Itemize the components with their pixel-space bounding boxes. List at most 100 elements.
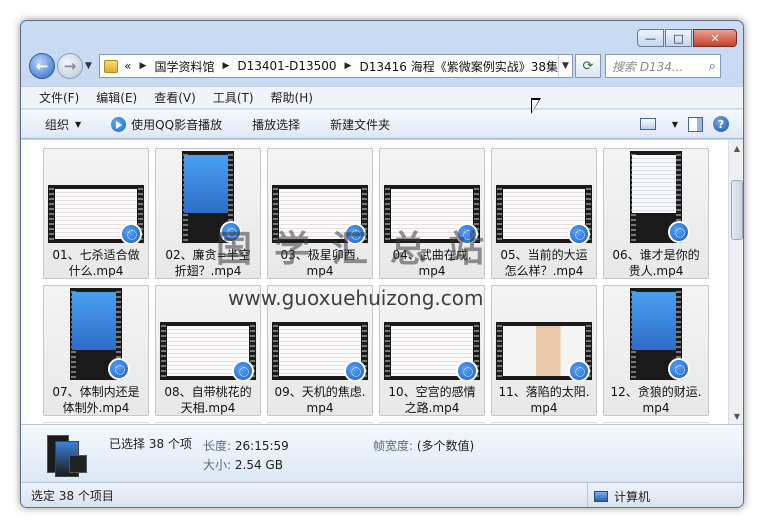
file-name-line-1: 10、空宫的感情 [388, 385, 476, 399]
length-value: 26:15:59 [234, 439, 289, 453]
close-button[interactable]: ✕ [693, 29, 737, 47]
address-dropdown-icon[interactable]: ▼ [557, 55, 572, 77]
file-name-line-2: 怎么样？.mp4 [504, 264, 584, 278]
qq-player-badge-icon [568, 223, 590, 245]
file-name-line-2: mp4 [306, 401, 334, 415]
status-selection-text: 选定 38 个项目 [31, 489, 114, 503]
new-folder-button[interactable]: 新建文件夹 [330, 116, 390, 133]
search-placeholder: 搜索 D134... [612, 59, 684, 74]
watermark-text: 国学汇总站 [216, 229, 507, 270]
selected-count: 已选择 38 个项 [109, 437, 192, 451]
command-toolbar: 组织 ▼ 使用QQ影音播放 播放选择 新建文件夹 ▼ ? [21, 109, 743, 139]
file-name-line-2: 体制外.mp4 [62, 401, 130, 415]
breadcrumb-item-current[interactable]: D13416 海程《紫微案例实战》38集 [359, 58, 558, 75]
file-name: 01、七杀适合做 什么.mp4 [46, 247, 146, 279]
status-location: 计算机 [587, 483, 651, 507]
change-view-icon[interactable] [639, 118, 656, 130]
refresh-icon[interactable]: ⟳ [575, 54, 601, 78]
file-name: 06、谁才是你的 贵人.mp4 [606, 247, 706, 279]
file-name-line-2: 之路.mp4 [404, 401, 460, 415]
file-tile[interactable]: 11、落陷的太阳. mp4 [491, 285, 597, 416]
qq-player-badge-icon [456, 360, 478, 382]
frame-width-row: 帧宽度: (多个数值) [373, 437, 474, 454]
qq-player-badge-icon [344, 360, 366, 382]
file-name-line-1: 12、贪狼的财运. [610, 385, 702, 399]
file-name-line-2: 贵人.mp4 [628, 264, 684, 278]
organize-label: 组织 [45, 117, 70, 132]
vertical-scrollbar[interactable]: ▲ ▼ [728, 140, 743, 424]
search-icon[interactable]: ⌕ [709, 59, 716, 74]
forward-arrow-icon[interactable]: → [57, 53, 83, 79]
status-location-label: 计算机 [614, 489, 651, 504]
length-label: 长度: [203, 439, 232, 453]
file-name: 08、自带桃花的 天相.mp4 [158, 384, 258, 416]
file-tile[interactable]: 01、七杀适合做 什么.mp4 [43, 148, 149, 279]
address-bar[interactable]: « ▶ 国学资料馆 ▶ D13401-D13500 ▶ D13416 海程《紫微… [99, 54, 573, 78]
maximize-button[interactable]: □ [665, 29, 692, 47]
file-name-line-1: 09、天机的焦虑. [274, 385, 366, 399]
file-tile[interactable]: 06、谁才是你的 贵人.mp4 [603, 148, 709, 279]
qq-player-badge-icon [668, 358, 690, 380]
menu-help[interactable]: 帮助(H) [271, 89, 313, 106]
status-bar: 选定 38 个项目 计算机 [21, 482, 743, 507]
window-controls: — □ ✕ [637, 29, 737, 47]
file-name-line-1: 08、自带桃花的 [164, 385, 252, 399]
file-tile[interactable]: 07、体制内还是 体制外.mp4 [43, 285, 149, 416]
file-name: 07、体制内还是 体制外.mp4 [46, 384, 146, 416]
size-label: 大小: [203, 458, 232, 472]
file-name-line-1: 05、当前的大运 [500, 248, 588, 262]
scroll-thumb[interactable] [731, 180, 743, 240]
file-list-area: 01、七杀适合做 什么.mp4 02、廉贪=半空 折翅？.mp4 03、极星卯酉. mp4… [21, 140, 743, 424]
menu-view[interactable]: 查看(V) [154, 89, 196, 106]
file-tile[interactable]: 05、当前的大运 怎么样？.mp4 [491, 148, 597, 279]
menu-file[interactable]: 文件(F) [39, 89, 79, 106]
play-with-qq-button[interactable]: 使用QQ影音播放 [111, 116, 222, 133]
organize-button[interactable]: 组织 ▼ [45, 116, 81, 133]
scroll-up-icon[interactable]: ▲ [729, 140, 743, 156]
menu-bar: 文件(F) 编辑(E) 查看(V) 工具(T) 帮助(H) [21, 86, 743, 108]
file-name: 05、当前的大运 怎么样？.mp4 [494, 247, 594, 279]
file-name-line-1: 07、体制内还是 [52, 385, 140, 399]
breadcrumb-item-guoxue[interactable]: 国学资料馆 [154, 58, 214, 75]
minimize-button[interactable]: — [637, 29, 664, 47]
size-row: 大小: 2.54 GB [203, 456, 283, 473]
frame-width-value: (多个数值) [416, 439, 475, 453]
menu-edit[interactable]: 编辑(E) [96, 89, 137, 106]
help-icon[interactable]: ? [713, 116, 729, 132]
qq-player-badge-icon [568, 360, 590, 382]
recent-pages-dropdown-icon[interactable]: ▼ [85, 61, 95, 71]
size-value: 2.54 GB [234, 458, 283, 472]
caret-down-icon: ▼ [75, 119, 82, 129]
qq-player-icon [111, 116, 127, 132]
preview-pane-icon[interactable] [688, 116, 703, 132]
breadcrumb-item-range[interactable]: D13401-D13500 [237, 59, 336, 73]
file-name: 09、天机的焦虑. mp4 [270, 384, 370, 416]
view-options-dropdown-icon[interactable]: ▼ [672, 120, 678, 129]
back-arrow-icon[interactable]: ← [29, 53, 55, 79]
file-name-line-1: 06、谁才是你的 [612, 248, 700, 262]
mouse-cursor-icon [531, 98, 541, 114]
computer-icon [594, 490, 608, 502]
file-name: 11、落陷的太阳. mp4 [494, 384, 594, 416]
play-selection-button[interactable]: 播放选择 [252, 116, 300, 133]
search-input[interactable]: 搜索 D134... ⌕ [605, 54, 721, 78]
chevron-right-icon[interactable]: ▶ [140, 61, 147, 71]
navigation-bar: ← → ▼ « ▶ 国学资料馆 ▶ D13401-D13500 ▶ D13416… [29, 51, 737, 81]
chevron-right-icon[interactable]: ▶ [345, 61, 352, 71]
chevron-right-icon[interactable]: ▶ [222, 61, 229, 71]
file-tile[interactable]: 12、贪狼的财运. mp4 [603, 285, 709, 416]
qq-player-badge-icon [108, 358, 130, 380]
menu-tools[interactable]: 工具(T) [213, 89, 254, 106]
qq-player-badge-icon [120, 223, 142, 245]
file-name-line-2: 天相.mp4 [180, 401, 236, 415]
file-name-line-1: 01、七杀适合做 [52, 248, 140, 262]
watermark-url: www.guoxuehuizong.com [228, 286, 484, 310]
file-name-line-2: mp4 [642, 401, 670, 415]
multiple-videos-icon [43, 433, 89, 477]
length-row: 长度: 26:15:59 [203, 437, 289, 454]
scroll-down-icon[interactable]: ▼ [729, 408, 743, 424]
file-name-line-2: mp4 [530, 401, 558, 415]
toolbar-right: ▼ ? [639, 116, 743, 132]
breadcrumb-overflow[interactable]: « [124, 59, 131, 73]
file-name: 10、空宫的感情 之路.mp4 [382, 384, 482, 416]
